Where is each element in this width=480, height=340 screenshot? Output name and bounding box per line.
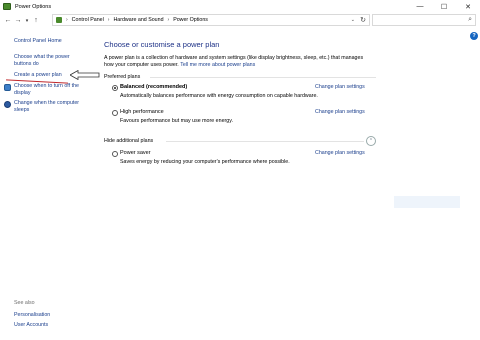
address-dropdown-icon[interactable]: ⌄ xyxy=(351,17,355,23)
power-options-icon xyxy=(3,3,11,10)
preferred-plans-label: Preferred plans xyxy=(104,74,141,80)
window-controls: — ☐ ✕ xyxy=(408,0,480,13)
faint-overlay-box xyxy=(394,196,460,208)
page-description: A power plan is a collection of hardware… xyxy=(104,55,404,69)
sidebar-item-label: Choose when to turn off the xyxy=(14,83,79,89)
plan-name[interactable]: High performance xyxy=(120,109,164,115)
maximize-button[interactable]: ☐ xyxy=(432,0,456,13)
sidebar-item-label: display xyxy=(14,90,31,96)
plan-name[interactable]: Balanced (recommended) xyxy=(120,84,187,90)
radio-button[interactable] xyxy=(112,110,118,116)
plan-name[interactable]: Power saver xyxy=(120,150,151,156)
address-bar[interactable]: › Control Panel › Hardware and Sound › P… xyxy=(52,14,370,26)
description-line: A power plan is a collection of hardware… xyxy=(104,55,364,61)
radio-button-checked[interactable] xyxy=(112,85,118,91)
sidebar-item-personalisation[interactable]: Personalisation xyxy=(14,312,50,319)
change-plan-settings-link[interactable]: Change plan settings xyxy=(315,84,365,90)
sidebar-item-label: buttons do xyxy=(14,61,39,67)
collapse-chevron-icon[interactable]: ⌃ xyxy=(366,136,376,146)
page-title: Choose or customise a power plan xyxy=(104,40,220,49)
navigation-bar: ← → ▾ ↑ › Control Panel › Hardware and S… xyxy=(0,13,480,28)
up-arrow-icon[interactable]: ↑ xyxy=(31,15,41,27)
search-input[interactable]: ⌕ xyxy=(372,14,476,26)
refresh-icon[interactable]: ↻ xyxy=(360,16,366,24)
sidebar-item-label: sleeps xyxy=(14,107,30,113)
breadcrumb-hardware-and-sound[interactable]: Hardware and Sound xyxy=(113,17,163,23)
sidebar-item-label: Choose what the power xyxy=(14,54,70,60)
plan-description: Automatically balances performance with … xyxy=(120,93,318,99)
sidebar-item-power-buttons[interactable]: Choose what the power buttons do xyxy=(14,54,70,68)
title-bar: Power Options — ☐ ✕ xyxy=(0,0,480,13)
see-also-heading: See also xyxy=(14,300,35,306)
back-arrow-icon[interactable]: ← xyxy=(3,15,13,27)
sidebar-item-turn-off-display[interactable]: Choose when to turn off the display xyxy=(14,83,79,97)
main-content: Choose or customise a power plan A power… xyxy=(104,28,480,340)
radio-button[interactable] xyxy=(112,151,118,157)
learn-more-link[interactable]: Tell me more about power plans xyxy=(180,62,255,68)
plan-description: Saves energy by reducing your computer's… xyxy=(120,159,290,165)
breadcrumb-separator-icon[interactable]: › xyxy=(108,17,110,23)
display-shield-icon xyxy=(4,84,11,91)
search-icon[interactable]: ⌕ xyxy=(468,16,472,24)
sidebar-item-control-panel-home[interactable]: Control Panel Home xyxy=(14,38,62,45)
sidebar-item-user-accounts[interactable]: User Accounts xyxy=(14,322,48,329)
moon-icon xyxy=(4,101,11,108)
breadcrumb-separator-icon[interactable]: › xyxy=(66,17,68,23)
section-divider xyxy=(150,77,376,78)
sidebar-item-create-power-plan[interactable]: Create a power plan xyxy=(14,72,62,79)
breadcrumb-power-options[interactable]: Power Options xyxy=(173,17,208,23)
hide-additional-plans-label[interactable]: Hide additional plans xyxy=(104,138,153,144)
minimize-button[interactable]: — xyxy=(408,0,432,13)
breadcrumb-separator-icon[interactable]: › xyxy=(168,17,170,23)
sidebar-item-computer-sleeps[interactable]: Change when the computer sleeps xyxy=(14,100,79,114)
change-plan-settings-link[interactable]: Change plan settings xyxy=(315,109,365,115)
sidebar: Control Panel Home Choose what the power… xyxy=(0,28,100,340)
section-divider xyxy=(166,141,364,142)
close-button[interactable]: ✕ xyxy=(456,0,480,13)
forward-arrow-icon[interactable]: → xyxy=(13,15,23,27)
arrow-annotation-icon xyxy=(70,70,100,80)
description-line: how your computer uses power. xyxy=(104,62,179,68)
window-title: Power Options xyxy=(15,3,52,10)
recent-locations-chevron-icon[interactable]: ▾ xyxy=(23,15,31,27)
change-plan-settings-link[interactable]: Change plan settings xyxy=(315,150,365,156)
plan-description: Favours performance but may use more ene… xyxy=(120,118,233,124)
breadcrumb-control-panel[interactable]: Control Panel xyxy=(72,17,104,23)
control-panel-icon xyxy=(56,17,62,23)
sidebar-item-label: Change when the computer xyxy=(14,100,80,106)
